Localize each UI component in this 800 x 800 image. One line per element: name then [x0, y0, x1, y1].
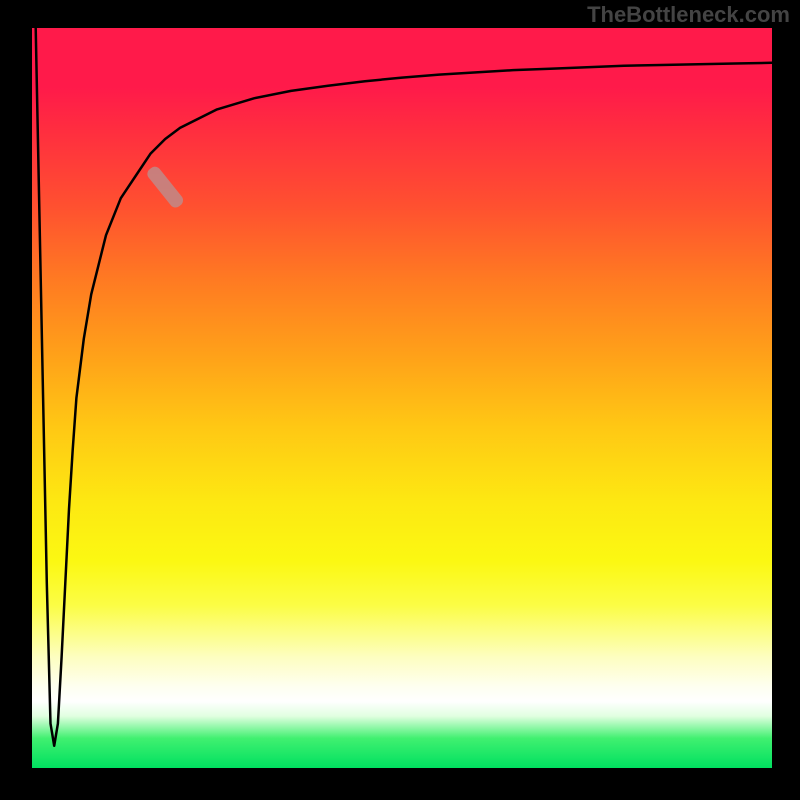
curve-svg — [32, 28, 772, 768]
watermark-text: TheBottleneck.com — [587, 2, 790, 28]
highlight-segment — [145, 164, 186, 210]
bottleneck-curve — [36, 28, 772, 746]
plot-area — [32, 28, 772, 768]
